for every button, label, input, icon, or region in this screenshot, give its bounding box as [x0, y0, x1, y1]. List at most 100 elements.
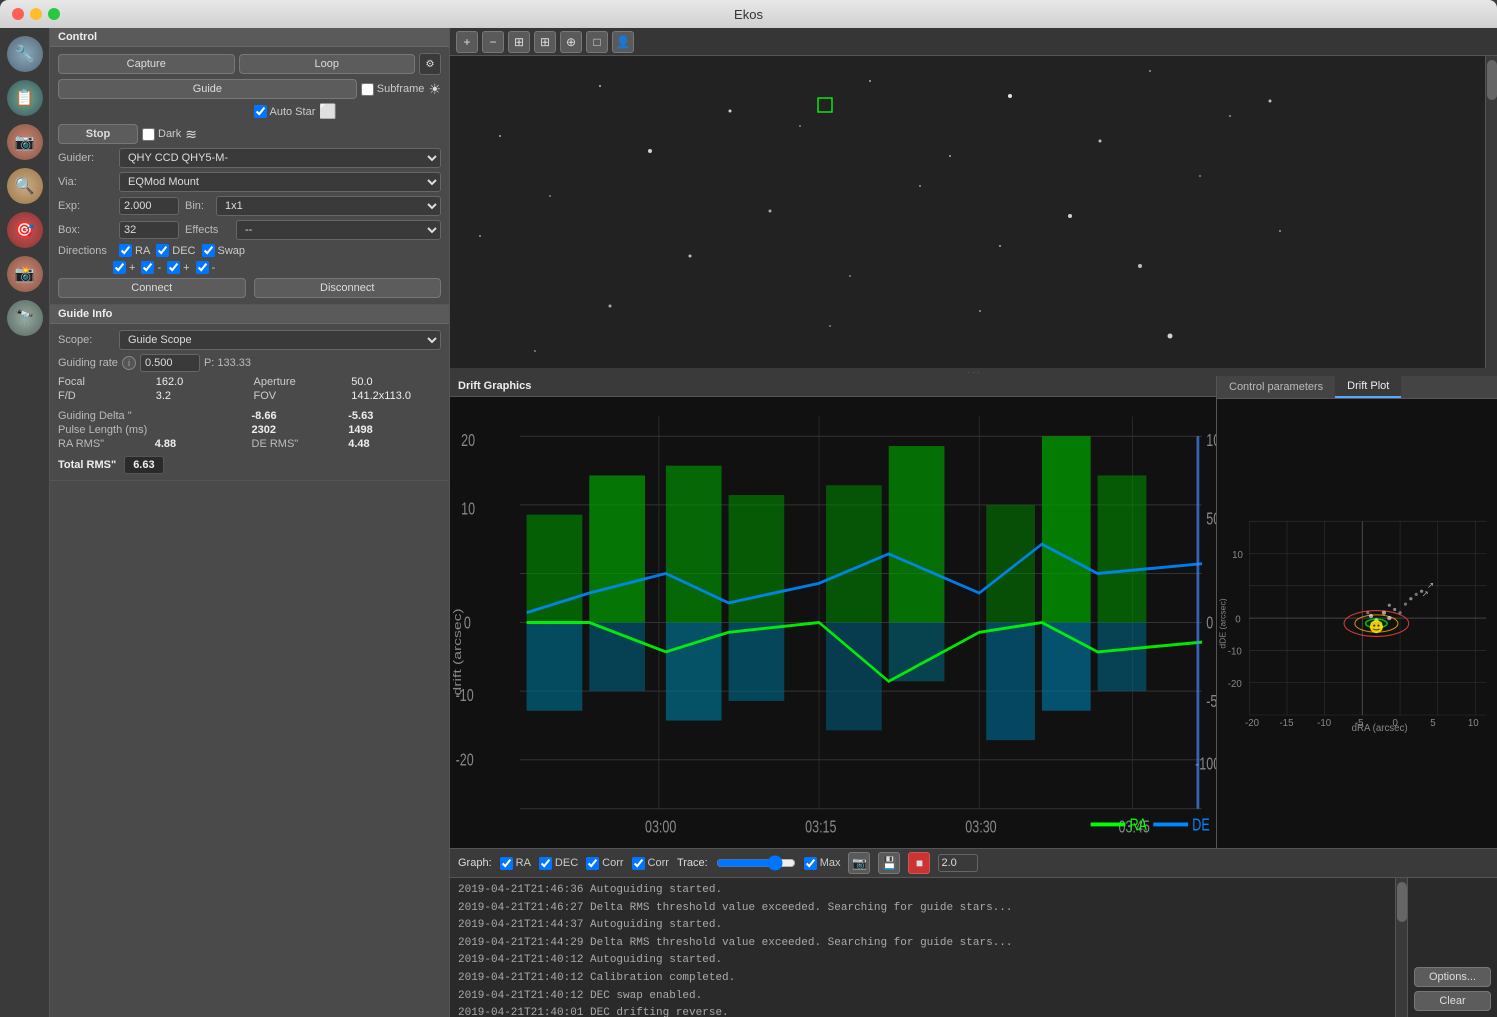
loop-button[interactable]: Loop — [239, 54, 416, 74]
sidebar-target[interactable]: 🎯 — [7, 212, 43, 248]
autostar-check[interactable]: Auto Star — [254, 105, 316, 118]
sidebar: 🔧 📋 📷 🔍 🎯 📸 🔭 — [0, 28, 50, 1017]
minimize-button[interactable] — [30, 8, 42, 20]
via-select[interactable]: EQMod Mount — [119, 172, 441, 192]
options-button[interactable]: Options... — [1414, 967, 1491, 987]
guider-select[interactable]: QHY CCD QHY5-M- — [119, 148, 441, 168]
expand-icon[interactable]: ⬜ — [319, 103, 336, 120]
log-scrollbar[interactable] — [1395, 878, 1407, 1017]
sidebar-notebook[interactable]: 📋 — [7, 80, 43, 116]
svg-text:10: 10 — [1232, 550, 1243, 561]
fd-label: F/D — [58, 390, 148, 402]
graph-corr-ra-check[interactable]: Corr — [586, 857, 623, 870]
log-entry-3: 2019-04-21T21:44:37 Autoguiding started. — [458, 917, 1387, 935]
capture-button[interactable]: Capture — [58, 54, 235, 74]
subframe-check[interactable]: Subframe — [361, 83, 425, 96]
total-rms-value: 6.63 — [124, 456, 163, 474]
max-check[interactable]: Max — [804, 857, 841, 870]
log-entry-2: 2019-04-21T21:46:27 Delta RMS threshold … — [458, 900, 1387, 918]
trace-slider[interactable] — [716, 855, 796, 871]
dec-plus-check[interactable]: + — [167, 261, 189, 274]
graph-dec-check[interactable]: DEC — [539, 857, 578, 870]
svg-text:drift (arcsec): drift (arcsec) — [451, 608, 463, 695]
sun-icon[interactable]: ☀ — [428, 81, 441, 98]
drift-panel: Drift Graphics — [450, 376, 1217, 848]
scope-select[interactable]: Guide Scope — [119, 330, 441, 350]
svg-text:5: 5 — [1430, 718, 1435, 729]
svg-text:-10: -10 — [1228, 647, 1243, 658]
svg-text:20: 20 — [461, 431, 475, 451]
dec-minus-check[interactable]: - — [196, 261, 216, 274]
svg-text:0: 0 — [464, 613, 471, 633]
de-rms-label: DE RMS" — [252, 438, 345, 450]
sidebar-astro[interactable]: 🔭 — [7, 300, 43, 336]
svg-text:-5: -5 — [1355, 718, 1364, 729]
stop-icon-btn[interactable]: ■ — [908, 852, 930, 874]
exp-input[interactable] — [119, 197, 179, 215]
ra-minus-check[interactable]: - — [141, 261, 161, 274]
connect-button[interactable]: Connect — [58, 278, 246, 298]
ra-direction-label: RA — [135, 245, 150, 257]
grid-btn[interactable]: ⊞ — [534, 31, 556, 53]
ra-plus-check[interactable]: + — [113, 261, 135, 274]
fov-label: FOV — [254, 390, 344, 402]
sidebar-search[interactable]: 🔍 — [7, 168, 43, 204]
sidebar-tools[interactable]: 🔧 — [7, 36, 43, 72]
graph-corr-de-check[interactable]: Corr — [632, 857, 669, 870]
left-panel: Control Capture Loop ⚙ Guide Subframe ☀ … — [50, 28, 450, 1017]
log-entry-8: 2019-04-21T21:40:01 DEC drifting reverse… — [458, 1005, 1387, 1017]
dark-check[interactable]: Dark — [142, 128, 181, 141]
fit-btn[interactable]: ⊞ — [508, 31, 530, 53]
swap-check[interactable]: Swap — [202, 244, 246, 257]
sidebar-camera[interactable]: 📷 — [7, 124, 43, 160]
zoom-out-btn[interactable]: − — [482, 31, 504, 53]
value-input[interactable] — [938, 854, 978, 872]
guiding-delta-ra: -8.66 — [252, 410, 345, 422]
right-tabs: Control parameters Drift Plot — [1217, 376, 1497, 399]
scope-label: Scope: — [58, 334, 113, 346]
guide-button[interactable]: Guide — [58, 79, 357, 99]
disconnect-button[interactable]: Disconnect — [254, 278, 442, 298]
swap-label: Swap — [218, 245, 246, 257]
log-entry-5: 2019-04-21T21:40:12 Autoguiding started. — [458, 952, 1387, 970]
trace-label: Trace: — [677, 857, 708, 869]
info-icon[interactable]: i — [122, 356, 136, 370]
close-button[interactable] — [12, 8, 24, 20]
svg-text:-15: -15 — [1279, 718, 1293, 729]
stop-button[interactable]: Stop — [58, 124, 138, 144]
zoom-in-btn[interactable]: + — [456, 31, 478, 53]
dec-direction-check[interactable]: DEC — [156, 244, 195, 257]
panel-divider[interactable]: · · · — [450, 368, 1497, 376]
screenshot-btn[interactable]: 📷 — [848, 852, 870, 874]
svg-text:↗: ↗ — [1422, 589, 1429, 599]
settings-icon[interactable]: ⚙ — [419, 53, 441, 75]
box-btn[interactable]: □ — [586, 31, 608, 53]
effects-label: Effects — [185, 224, 230, 236]
graph-ra-check[interactable]: RA — [500, 857, 531, 870]
box-input[interactable] — [119, 221, 179, 239]
y-axis-label: dDE (arcsec) — [1218, 598, 1228, 648]
ra-direction-check[interactable]: RA — [119, 244, 150, 257]
tab-control-params[interactable]: Control parameters — [1217, 376, 1335, 398]
svg-text:03:30: 03:30 — [965, 817, 996, 837]
guiding-delta-label: Guiding Delta " — [58, 410, 151, 422]
star-view-scrollbar[interactable] — [1485, 56, 1497, 368]
sidebar-camera2[interactable]: 📸 — [7, 256, 43, 292]
effects-select[interactable]: -- — [236, 220, 441, 240]
svg-text:03:15: 03:15 — [805, 817, 836, 837]
tab-drift-plot[interactable]: Drift Plot — [1335, 376, 1401, 398]
graph-controls: Graph: RA DEC Corr Corr Trace: — [450, 848, 1497, 877]
guiding-rate-input[interactable] — [140, 354, 200, 372]
svg-text:↗: ↗ — [1427, 580, 1434, 590]
control-header: Control — [50, 28, 449, 47]
clear-button[interactable]: Clear — [1414, 991, 1491, 1011]
pulse-length-de: 1498 — [348, 424, 441, 436]
bin-select[interactable]: 1x1 — [216, 196, 441, 216]
ra-rms-value: 4.88 — [155, 438, 248, 450]
save-btn[interactable]: 💾 — [878, 852, 900, 874]
svg-text:500: 500 — [1206, 509, 1216, 529]
maximize-button[interactable] — [48, 8, 60, 20]
person-btn[interactable]: 👤 — [612, 31, 634, 53]
crosshair-btn[interactable]: ⊕ — [560, 31, 582, 53]
wave-icon[interactable]: ≋ — [185, 126, 197, 143]
